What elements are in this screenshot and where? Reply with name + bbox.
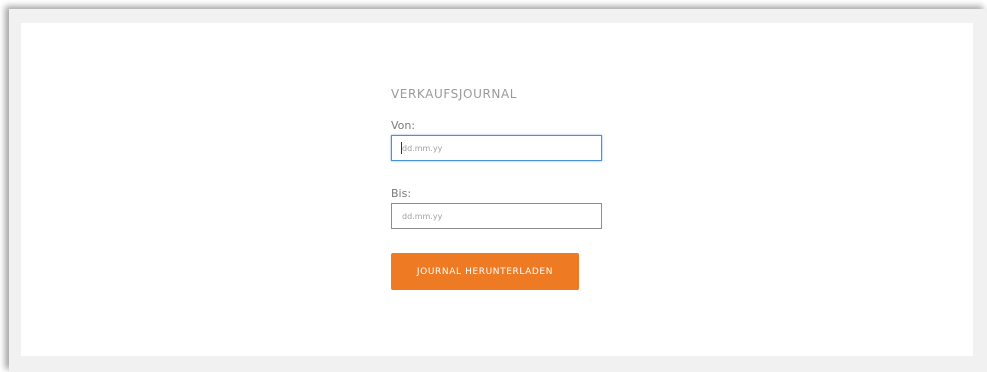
von-date-input[interactable] — [391, 135, 602, 161]
bis-label: Bis: — [391, 187, 412, 200]
text-cursor — [401, 142, 402, 154]
content-panel: VERKAUFSJOURNAL Von: Bis: JOURNAL HERUNT… — [21, 23, 973, 356]
form-title: VERKAUFSJOURNAL — [391, 87, 518, 101]
von-label: Von: — [391, 119, 416, 132]
download-journal-button[interactable]: JOURNAL HERUNTERLADEN — [391, 253, 579, 290]
bis-date-input[interactable] — [391, 203, 602, 229]
window-frame: VERKAUFSJOURNAL Von: Bis: JOURNAL HERUNT… — [9, 9, 987, 372]
